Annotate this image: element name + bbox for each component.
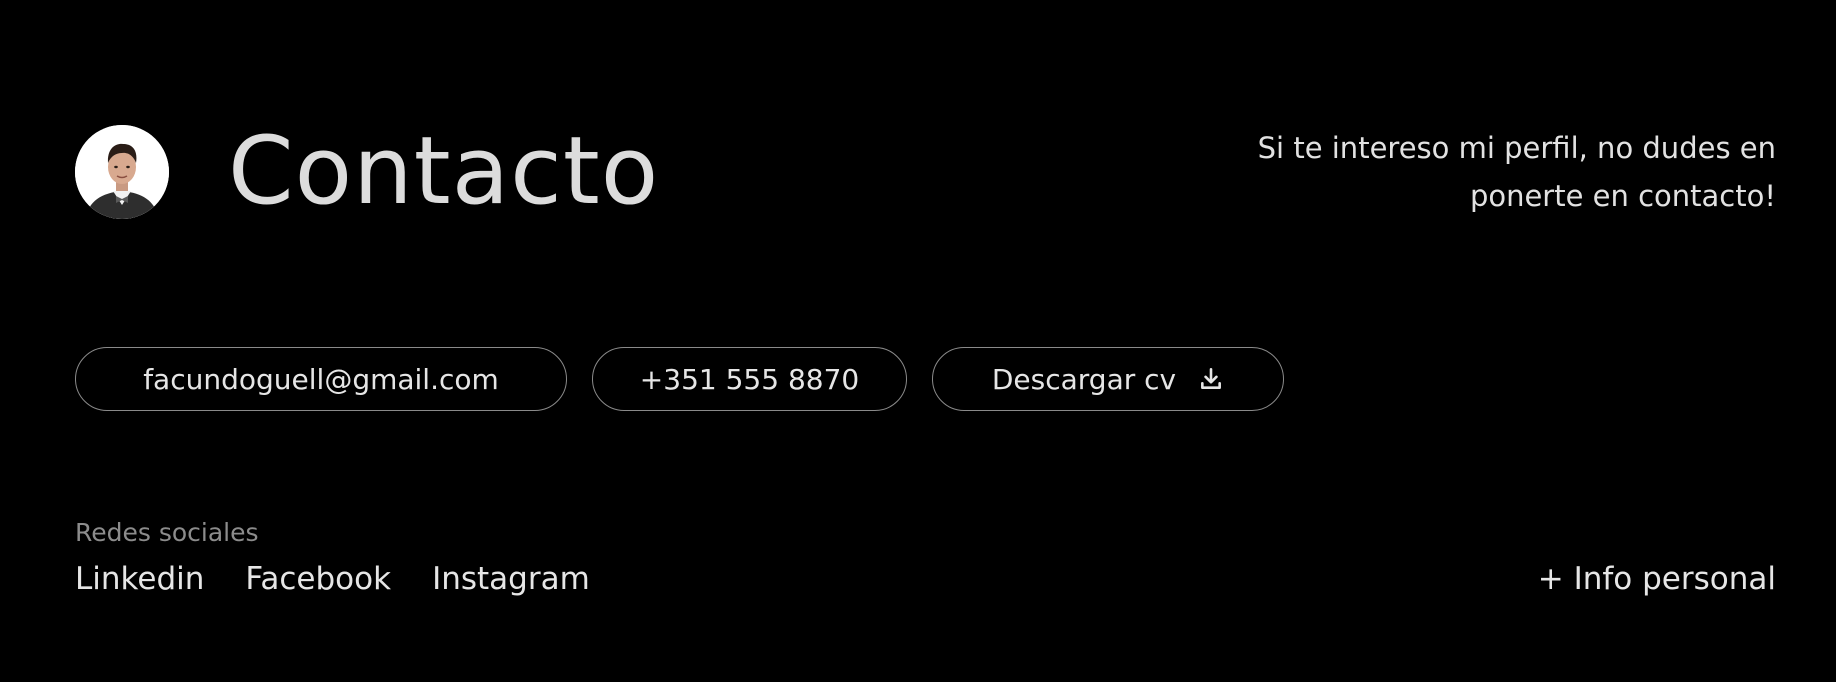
profile-photo xyxy=(75,125,169,219)
facebook-link[interactable]: Facebook xyxy=(245,556,391,602)
email-label: facundoguell@gmail.com xyxy=(143,362,499,396)
page-title: Contacto xyxy=(228,117,660,226)
avatar xyxy=(75,125,169,219)
email-button[interactable]: facundoguell@gmail.com xyxy=(75,347,567,411)
social-links: Linkedin Facebook Instagram xyxy=(75,556,590,602)
download-icon xyxy=(1198,366,1224,392)
contact-intro-text: Si te intereso mi perfil, no dudes en po… xyxy=(1076,124,1776,220)
intro-line-2: ponerte en contacto! xyxy=(1469,179,1776,213)
personal-info-link[interactable]: + Info personal xyxy=(1538,556,1776,602)
phone-label: +351 555 8870 xyxy=(639,362,860,396)
social-heading: Redes sociales xyxy=(75,518,259,547)
instagram-link[interactable]: Instagram xyxy=(432,556,590,602)
download-cv-button[interactable]: Descargar cv xyxy=(932,347,1284,411)
linkedin-link[interactable]: Linkedin xyxy=(75,556,204,602)
download-cv-label: Descargar cv xyxy=(991,362,1177,396)
phone-button[interactable]: +351 555 8870 xyxy=(592,347,907,411)
intro-line-1: Si te intereso mi perfil, no dudes en xyxy=(1257,131,1776,165)
